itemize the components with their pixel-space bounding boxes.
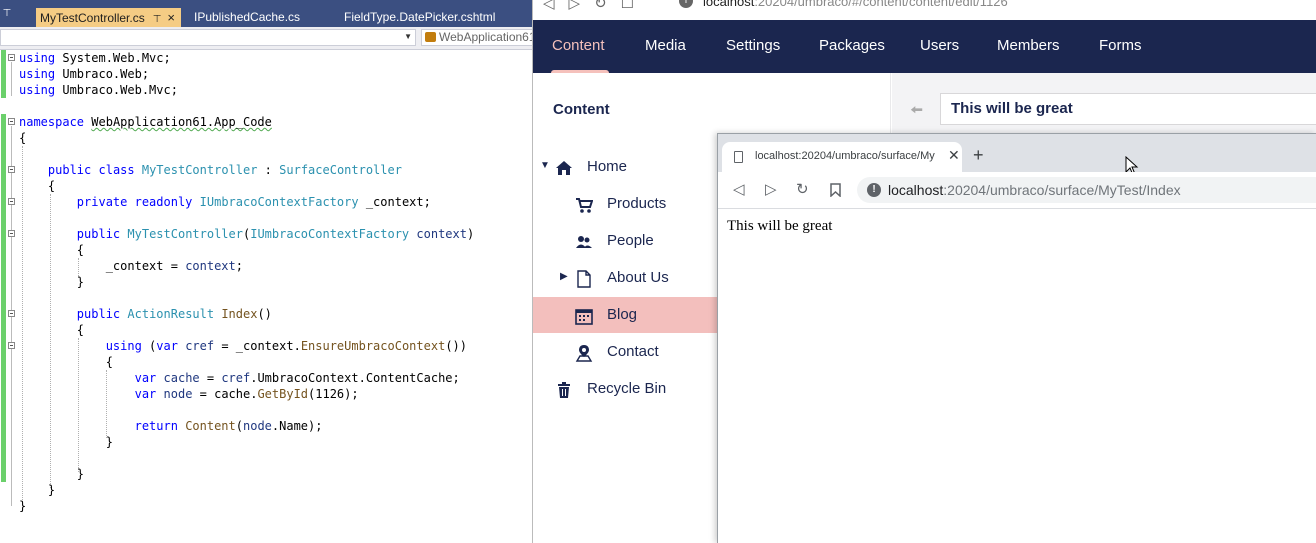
calendar-icon — [575, 309, 593, 325]
chrome-tab-strip: localhost:20204/umbraco/surface/MyTest/I… — [718, 134, 1316, 176]
tree-item-label: Recycle Bin — [587, 380, 667, 397]
close-tab-icon[interactable]: × — [167, 10, 175, 25]
code-line: using Umbraco.Web; — [19, 67, 150, 81]
address-bar[interactable]: localhost:20204/umbraco/#/content/conten… — [703, 0, 1008, 9]
pin-tab-icon[interactable]: ⊤ — [153, 14, 162, 25]
member-dropdown-label: WebApplication61 — [439, 30, 532, 44]
node-name-input[interactable]: This will be great — [940, 93, 1316, 125]
map-pin-icon — [575, 345, 593, 362]
trash-icon — [558, 382, 570, 398]
caret-right-icon[interactable]: ▶ — [560, 271, 568, 282]
section-settings[interactable]: Settings — [726, 37, 780, 54]
code-line: { — [47, 179, 56, 193]
tab-label: FieldType.DatePicker.cshtml — [344, 10, 496, 24]
tree-item-label: Home — [587, 158, 628, 175]
code-line: var cache = cref.UmbracoContext.ContentC… — [134, 371, 460, 385]
back-arrow-icon[interactable]: 🠨 — [910, 99, 923, 126]
people-icon — [576, 236, 592, 248]
change-indicator — [1, 114, 6, 482]
chrome-tab-title: localhost:20204/umbraco/surface/MyTest/I… — [755, 150, 935, 162]
dropdown-arrow-icon: ▼ — [404, 32, 412, 41]
tab-label: MyTestController.cs — [40, 11, 145, 25]
home-icon — [556, 161, 572, 175]
pin-icon[interactable]: ⊤ — [0, 8, 14, 19]
section-content[interactable]: Content — [552, 37, 605, 54]
chrome-popup-window: localhost:20204/umbraco/surface/MyTest/I… — [717, 133, 1316, 543]
close-tab-icon[interactable]: ✕ — [948, 147, 960, 164]
code-line: } — [47, 483, 56, 497]
member-dropdown[interactable]: WebApplication61 — [421, 29, 532, 46]
caret-down-icon[interactable]: ▼ — [540, 160, 550, 171]
code-line: { — [19, 131, 27, 145]
section-members[interactable]: Members — [997, 37, 1060, 54]
fold-line — [11, 62, 12, 96]
collapse-icon[interactable] — [8, 54, 15, 61]
code-line: } — [19, 499, 27, 513]
omnibox[interactable]: ! localhost:20204/umbraco/surface/MyTest… — [857, 177, 1316, 203]
type-dropdown[interactable]: ▼ — [0, 29, 416, 46]
document-icon — [577, 270, 591, 288]
collapse-icon[interactable] — [8, 118, 15, 125]
collapse-icon[interactable] — [8, 342, 15, 349]
collapse-icon[interactable] — [8, 230, 15, 237]
code-line: _context = context; — [105, 259, 243, 273]
change-indicator — [1, 50, 6, 98]
page-icon — [734, 151, 743, 163]
section-users[interactable]: Users — [920, 37, 959, 54]
browser-nav-icons[interactable]: ◁▷↻☐ — [543, 0, 648, 12]
navigation-bar: ▼ WebApplication61 — [0, 27, 532, 50]
section-packages[interactable]: Packages — [819, 37, 885, 54]
code-line: namespace WebApplication61.App_Code — [19, 115, 272, 129]
new-tab-button[interactable]: + — [973, 145, 984, 166]
code-line: return Content(node.Name); — [134, 419, 323, 433]
code-line: using System.Web.Mvc; — [19, 51, 171, 65]
tree-title: Content — [553, 101, 610, 118]
page-body-text: This will be great — [727, 218, 833, 234]
tab-mytestcontroller[interactable]: MyTestController.cs ⊤ × — [36, 8, 182, 27]
code-line: } — [76, 467, 85, 481]
forward-icon[interactable]: ▷ — [765, 180, 777, 198]
class-icon — [425, 32, 436, 42]
visual-studio-window: ⊤ MyTestController.cs ⊤ × IPublishedCache.… — [0, 0, 532, 543]
code-line: var node = cache.GetById(1126); — [134, 387, 359, 401]
editor-header: 🠨 This will be great — [892, 73, 1316, 139]
tab-fieldtype-datepicker[interactable]: FieldType.DatePicker.cshtml — [340, 8, 495, 27]
code-line: } — [105, 435, 113, 449]
collapse-icon[interactable] — [8, 166, 15, 173]
chrome-tab[interactable]: localhost:20204/umbraco/surface/MyTest/I… — [722, 142, 962, 172]
info-icon[interactable]: ! — [867, 183, 881, 197]
tree-item-label: About Us — [607, 269, 669, 286]
code-editor[interactable]: using System.Web.Mvc; using Umbraco.Web;… — [0, 50, 532, 543]
chrome-toolbar: ◁ ▷ ↻ ! localhost:20204/umbraco/surface/… — [718, 172, 1316, 209]
tree-item-label: Blog — [607, 306, 638, 323]
code-line: public MyTestController(IUmbracoContextF… — [76, 227, 475, 241]
omnibox-url: localhost:20204/umbraco/surface/MyTest/I… — [888, 182, 1181, 198]
code-line: using Umbraco.Web.Mvc; — [19, 83, 178, 97]
back-icon[interactable]: ◁ — [733, 180, 745, 198]
code-line: public ActionResult Index() — [76, 307, 272, 321]
code-line: using (var cref = _context.EnsureUmbraco… — [105, 339, 467, 353]
tree-item-label: People — [607, 232, 654, 249]
code-line: public class MyTestController : SurfaceC… — [47, 163, 402, 177]
info-icon[interactable]: i — [679, 0, 693, 8]
bookmark-icon[interactable] — [830, 183, 841, 197]
umbraco-header: Content Media Settings Packages Users Me… — [533, 20, 1316, 73]
editor-tab-strip: ⊤ MyTestController.cs ⊤ × IPublishedCache.… — [0, 0, 532, 27]
code-line: { — [76, 243, 85, 257]
tab-ipublishedcache[interactable]: IPublishedCache.cs — [190, 8, 300, 27]
collapse-icon[interactable] — [8, 198, 15, 205]
code-line: { — [105, 355, 113, 369]
code-line: private readonly IUmbracoContextFactory … — [76, 195, 431, 209]
reload-icon[interactable]: ↻ — [796, 180, 809, 198]
code-line: { — [76, 323, 85, 337]
section-media[interactable]: Media — [645, 37, 686, 54]
browser-toolbar: ◁▷↻☐ localhost:20204/umbraco/#/content/c… — [533, 0, 1316, 21]
tree-item-label: Contact — [607, 343, 659, 360]
tab-label: IPublishedCache.cs — [194, 10, 301, 24]
cart-icon — [576, 198, 593, 213]
collapse-icon[interactable] — [8, 310, 15, 317]
section-forms[interactable]: Forms — [1099, 37, 1142, 54]
tree-item-label: Products — [607, 195, 667, 212]
code-line: } — [76, 275, 85, 289]
